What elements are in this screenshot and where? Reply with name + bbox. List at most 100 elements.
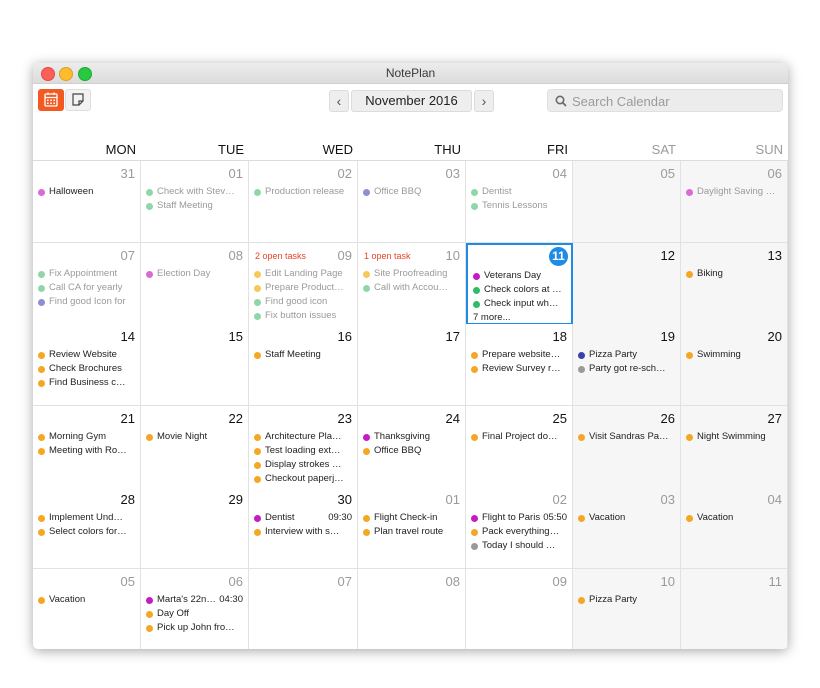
day-cell[interactable]: 20 Swimming — [681, 324, 788, 406]
event-item[interactable]: Vacation — [686, 511, 784, 525]
event-item[interactable]: Vacation — [38, 593, 137, 607]
day-cell[interactable]: 26 Visit Sandras Pa… — [573, 405, 681, 488]
event-item[interactable]: Checkout paperj… — [254, 472, 354, 486]
day-cell[interactable]: 30 Dentist 09:30 Interview with s… — [249, 487, 358, 569]
day-cell[interactable]: 12 — [573, 242, 681, 325]
event-item[interactable]: Prepare Product… — [254, 281, 354, 295]
event-item[interactable]: Visit Sandras Pa… — [578, 430, 677, 444]
event-item[interactable]: Office BBQ — [363, 185, 462, 199]
day-cell[interactable]: 31 Halloween — [33, 161, 141, 243]
event-item[interactable]: Morning Gym — [38, 430, 137, 444]
event-item[interactable]: Pack everything… — [471, 525, 569, 539]
calendar-view-button[interactable] — [38, 89, 64, 111]
event-item[interactable]: Daylight Saving … — [686, 185, 784, 199]
day-cell[interactable]: 06 Marta's 22n… 04:30 Day Off Pick up John f… — [141, 568, 249, 649]
day-cell[interactable]: 22 Movie Night — [141, 405, 249, 488]
day-cell[interactable]: 18 Prepare website… Review Survey r… — [466, 324, 573, 406]
event-item[interactable]: Interview with s… — [254, 525, 354, 539]
event-item[interactable]: Check with Stev… — [146, 185, 245, 199]
day-cell[interactable]: 29 — [141, 487, 249, 569]
event-item[interactable]: Movie Night — [146, 430, 245, 444]
event-item[interactable]: Select colors for… — [38, 525, 137, 539]
event-item[interactable]: Day Off — [146, 607, 245, 621]
event-item[interactable]: Flight to Paris 05:50 — [471, 511, 569, 525]
event-item[interactable]: Display strokes … — [254, 458, 354, 472]
day-cell[interactable]: 02 Production release — [249, 161, 358, 243]
event-item[interactable]: Flight Check-in — [363, 511, 462, 525]
day-cell[interactable]: 08 Election Day — [141, 242, 249, 325]
event-item[interactable]: Election Day — [146, 267, 245, 281]
open-tasks-label[interactable]: 1 open task — [364, 251, 411, 261]
event-item[interactable]: Site Proofreading — [363, 267, 462, 281]
event-item[interactable]: Meeting with Ro… — [38, 444, 137, 458]
event-item[interactable]: Final Project do… — [471, 430, 569, 444]
day-cell[interactable]: 05 — [573, 161, 681, 243]
day-cell[interactable]: 03 Vacation — [573, 487, 681, 569]
event-item[interactable]: Office BBQ — [363, 444, 462, 458]
day-cell[interactable]: 07 — [249, 568, 358, 649]
event-item[interactable]: Find Business c… — [38, 376, 137, 390]
more-events-link[interactable]: 7 more... — [473, 311, 568, 323]
event-item[interactable]: Staff Meeting — [146, 199, 245, 213]
event-item[interactable]: Staff Meeting — [254, 348, 354, 362]
day-cell[interactable]: 11 — [681, 568, 788, 649]
event-item[interactable]: Production release — [254, 185, 354, 199]
day-cell[interactable]: 28 Implement Und… Select colors for… — [33, 487, 141, 569]
search-input[interactable] — [570, 92, 779, 111]
event-item[interactable]: Pizza Party — [578, 593, 677, 607]
event-item[interactable]: Edit Landing Page — [254, 267, 354, 281]
event-item[interactable]: Check colors at … — [473, 283, 568, 297]
event-item[interactable]: Call with Accou… — [363, 281, 462, 295]
event-item[interactable]: Test loading ext… — [254, 444, 354, 458]
event-item[interactable]: Plan travel route — [363, 525, 462, 539]
event-item[interactable]: Marta's 22n… 04:30 — [146, 593, 245, 607]
day-cell[interactable]: 23 Architecture Pla… Test loading ext… Disp… — [249, 405, 358, 488]
day-cell[interactable]: 07 Fix Appointment Call CA for yearly Find … — [33, 242, 141, 325]
day-cell[interactable]: 24 Thanksgiving Office BBQ — [358, 405, 466, 488]
day-cell[interactable]: 04 Dentist Tennis Lessons — [466, 161, 573, 243]
day-cell[interactable]: 10 1 open task Site Proofreading Call with … — [358, 242, 466, 325]
event-item[interactable]: Pick up John fro… — [146, 621, 245, 635]
day-cell[interactable]: 15 — [141, 324, 249, 406]
event-item[interactable]: Implement Und… — [38, 511, 137, 525]
event-item[interactable]: Thanksgiving — [363, 430, 462, 444]
event-item[interactable]: Veterans Day — [473, 269, 568, 283]
day-cell[interactable]: 14 Review Website Check Brochures Find Busi… — [33, 324, 141, 406]
open-tasks-label[interactable]: 2 open tasks — [255, 251, 306, 261]
day-cell[interactable]: 11 Veterans Day Check colors at … Check inp… — [466, 242, 573, 325]
event-item[interactable]: Swimming — [686, 348, 784, 362]
event-item[interactable]: Party got re-sch… — [578, 362, 677, 376]
day-cell[interactable]: 10 Pizza Party — [573, 568, 681, 649]
day-cell[interactable]: 01 Check with Stev… Staff Meeting — [141, 161, 249, 243]
next-month-button[interactable]: › — [474, 90, 494, 112]
day-cell[interactable]: 16 Staff Meeting — [249, 324, 358, 406]
event-item[interactable]: Review Website — [38, 348, 137, 362]
day-cell[interactable]: 19 Pizza Party Party got re-sch… — [573, 324, 681, 406]
day-cell[interactable]: 27 Night Swimming — [681, 405, 788, 488]
day-cell[interactable]: 08 — [358, 568, 466, 649]
day-cell[interactable]: 25 Final Project do… — [466, 405, 573, 488]
event-item[interactable]: Find good Icon for — [38, 295, 137, 309]
event-item[interactable]: Architecture Pla… — [254, 430, 354, 444]
event-item[interactable]: Pizza Party — [578, 348, 677, 362]
event-item[interactable]: Today I should … — [471, 539, 569, 553]
day-cell[interactable]: 09 2 open tasks Edit Landing Page Prepare P… — [249, 242, 358, 325]
event-item[interactable]: Prepare website… — [471, 348, 569, 362]
event-item[interactable]: Fix button issues — [254, 309, 354, 323]
previous-month-button[interactable]: ‹ — [329, 90, 349, 112]
event-item[interactable]: Check input wh… — [473, 297, 568, 311]
event-item[interactable]: Dentist — [471, 185, 569, 199]
day-cell[interactable]: 13 Biking — [681, 242, 788, 325]
day-cell[interactable]: 17 — [358, 324, 466, 406]
event-item[interactable]: Check Brochures — [38, 362, 137, 376]
event-item[interactable]: Halloween — [38, 185, 137, 199]
event-item[interactable]: Dentist 09:30 — [254, 511, 354, 525]
day-cell[interactable]: 04 Vacation — [681, 487, 788, 569]
event-item[interactable]: Night Swimming — [686, 430, 784, 444]
day-cell[interactable]: 21 Morning Gym Meeting with Ro… — [33, 405, 141, 488]
day-cell[interactable]: 03 Office BBQ — [358, 161, 466, 243]
event-item[interactable]: Tennis Lessons — [471, 199, 569, 213]
event-item[interactable]: Vacation — [578, 511, 677, 525]
notes-view-button[interactable] — [65, 89, 91, 111]
day-cell[interactable]: 02 Flight to Paris 05:50 Pack everything… To… — [466, 487, 573, 569]
